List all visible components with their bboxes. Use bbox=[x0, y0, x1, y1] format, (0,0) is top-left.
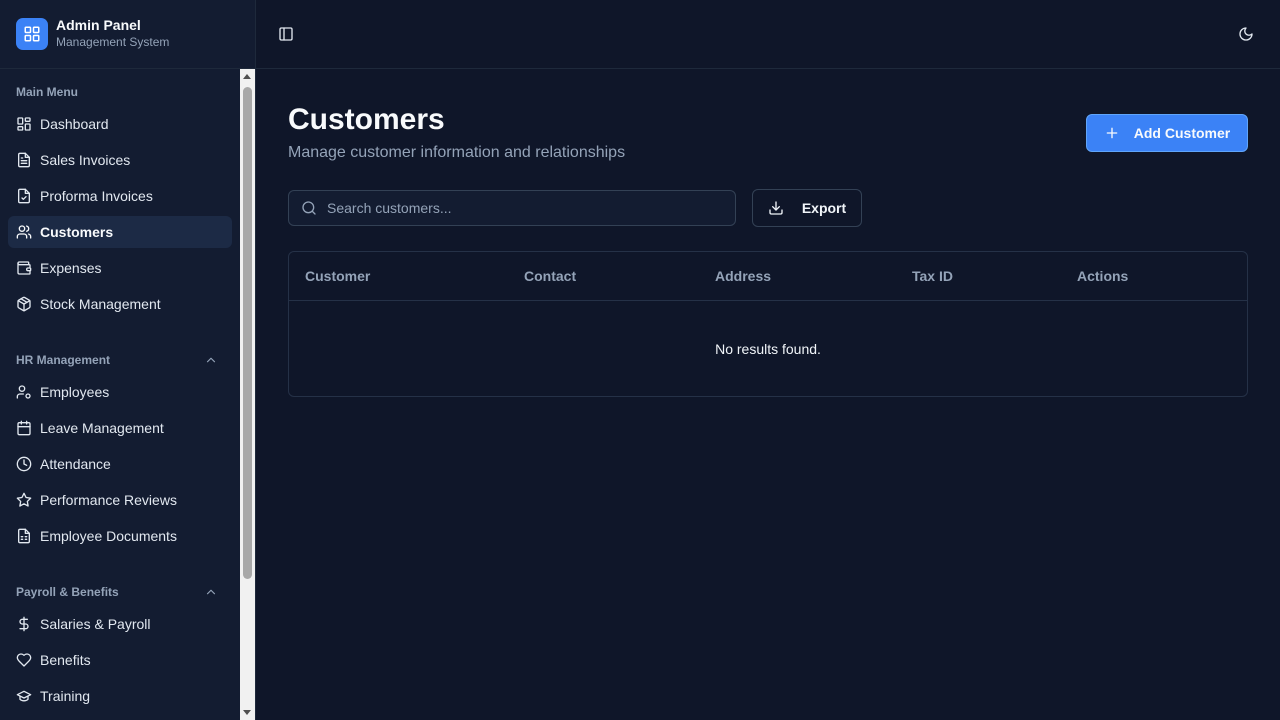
sidebar-item-label: Proforma Invoices bbox=[40, 188, 153, 204]
sidebar-scrollbar[interactable] bbox=[240, 69, 255, 720]
file-check-icon bbox=[16, 188, 32, 204]
star-icon bbox=[16, 492, 32, 508]
sidebar-item-label: Dashboard bbox=[40, 116, 109, 132]
top-bar bbox=[256, 0, 1280, 69]
plus-icon bbox=[1104, 125, 1120, 141]
brand[interactable]: Admin Panel Management System bbox=[0, 0, 255, 69]
sidebar-item-label: Employee Documents bbox=[40, 528, 177, 544]
sidebar-item-attendance[interactable]: Attendance bbox=[8, 448, 232, 480]
users-icon bbox=[16, 224, 32, 240]
moon-icon[interactable] bbox=[1238, 26, 1254, 42]
layout-dashboard-icon bbox=[16, 116, 32, 132]
chevron-up-icon bbox=[204, 585, 218, 599]
sidebar-item-stock-management[interactable]: Stock Management bbox=[8, 288, 232, 320]
sidebar-item-label: Sales Invoices bbox=[40, 152, 131, 168]
sidebar-item-label: Salaries & Payroll bbox=[40, 616, 151, 632]
sidebar-nav: Main Menu Dashboard Sales Invoices Profo… bbox=[0, 69, 240, 720]
sidebar: Admin Panel Management System Main Menu … bbox=[0, 0, 256, 720]
chevron-up-icon bbox=[204, 353, 218, 367]
group-label-text: Main Menu bbox=[16, 85, 78, 99]
file-spreadsheet-icon bbox=[16, 528, 32, 544]
search-icon bbox=[301, 200, 317, 216]
sidebar-item-expenses[interactable]: Expenses bbox=[8, 252, 232, 284]
search-field[interactable] bbox=[288, 190, 736, 226]
search-input[interactable] bbox=[327, 200, 727, 216]
sidebar-item-label: Leave Management bbox=[40, 420, 164, 436]
page-title: Customers bbox=[288, 103, 445, 136]
download-icon bbox=[768, 200, 784, 216]
wallet-icon bbox=[16, 260, 32, 276]
sidebar-item-label: Employees bbox=[40, 384, 110, 400]
sidebar-item-label: Training bbox=[40, 688, 91, 704]
sidebar-item-label: Performance Reviews bbox=[40, 492, 177, 508]
user-cog-icon bbox=[16, 384, 32, 400]
sidebar-item-leave-management[interactable]: Leave Management bbox=[8, 412, 232, 444]
add-customer-label: Add Customer bbox=[1133, 125, 1231, 141]
sidebar-item-sales-invoices[interactable]: Sales Invoices bbox=[8, 144, 232, 176]
group-label-text: Payroll & Benefits bbox=[16, 585, 119, 599]
sidebar-item-label: Benefits bbox=[40, 652, 91, 668]
panel-left-icon[interactable] bbox=[278, 26, 294, 42]
sidebar-item-label: Attendance bbox=[40, 456, 111, 472]
column-header-actions: Actions bbox=[1077, 268, 1129, 284]
graduation-cap-icon bbox=[16, 688, 32, 704]
sidebar-item-employee-documents[interactable]: Employee Documents bbox=[8, 520, 232, 552]
calendar-icon bbox=[16, 420, 32, 436]
column-header-address: Address bbox=[715, 268, 772, 284]
package-icon bbox=[16, 296, 32, 312]
export-label: Export bbox=[801, 200, 847, 216]
sidebar-item-dashboard[interactable]: Dashboard bbox=[8, 108, 232, 140]
clock-icon bbox=[16, 456, 32, 472]
sidebar-item-salaries-payroll[interactable]: Salaries & Payroll bbox=[8, 608, 232, 640]
export-button[interactable]: Export bbox=[752, 189, 862, 227]
table-header: Customer Contact Address Tax ID Actions bbox=[289, 252, 1247, 301]
customers-table: Customer Contact Address Tax ID Actions … bbox=[288, 251, 1248, 397]
group-label-hr-management[interactable]: HR Management bbox=[8, 344, 232, 376]
sidebar-item-proforma-invoices[interactable]: Proforma Invoices bbox=[8, 180, 232, 212]
file-text-icon bbox=[16, 152, 32, 168]
heart-icon bbox=[16, 652, 32, 668]
group-label-main-menu: Main Menu bbox=[8, 76, 232, 108]
sidebar-item-customers[interactable]: Customers bbox=[8, 216, 232, 248]
sidebar-item-label: Customers bbox=[40, 224, 114, 240]
sidebar-item-performance-reviews[interactable]: Performance Reviews bbox=[8, 484, 232, 516]
page-subtitle: Manage customer information and relation… bbox=[288, 144, 626, 161]
scrollbar-thumb[interactable] bbox=[243, 87, 252, 579]
scroll-down-arrow-icon[interactable] bbox=[243, 710, 251, 715]
add-customer-button[interactable]: Add Customer bbox=[1086, 114, 1248, 152]
column-header-customer: Customer bbox=[305, 268, 371, 284]
group-label-text: HR Management bbox=[16, 353, 111, 367]
sidebar-item-label: Stock Management bbox=[40, 296, 161, 312]
sidebar-item-employees[interactable]: Employees bbox=[8, 376, 232, 408]
group-label-payroll-benefits[interactable]: Payroll & Benefits bbox=[8, 576, 232, 608]
sidebar-item-training[interactable]: Training bbox=[8, 680, 232, 712]
scroll-up-arrow-icon[interactable] bbox=[243, 74, 251, 79]
sidebar-item-benefits[interactable]: Benefits bbox=[8, 644, 232, 676]
column-header-contact: Contact bbox=[524, 268, 577, 284]
brand-subtitle: Management System bbox=[56, 35, 170, 49]
dollar-sign-icon bbox=[16, 616, 32, 632]
brand-title: Admin Panel bbox=[56, 17, 141, 33]
sidebar-item-label: Expenses bbox=[40, 260, 102, 276]
column-header-tax-id: Tax ID bbox=[912, 268, 953, 284]
layout-grid-icon bbox=[16, 18, 48, 50]
empty-state: No results found. bbox=[715, 340, 821, 357]
